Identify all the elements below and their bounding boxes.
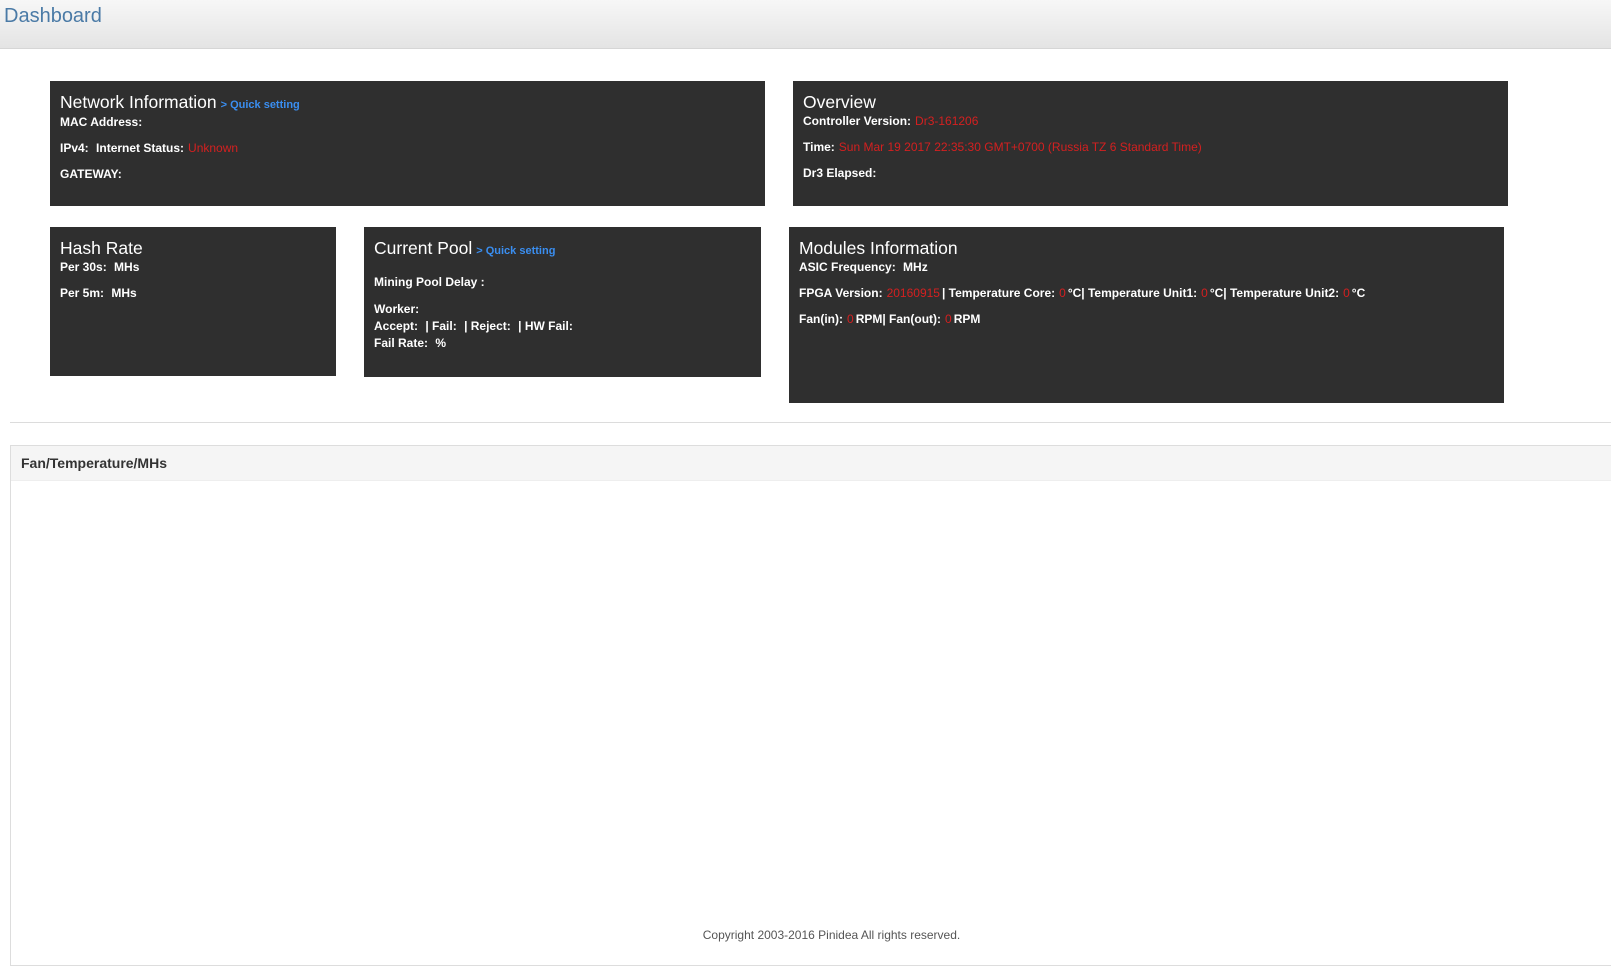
temperature-unit2-label: | Temperature Unit2: xyxy=(1223,286,1340,300)
modules-panel-title: Modules Information xyxy=(799,238,958,258)
per-5m-label: Per 5m: xyxy=(60,286,105,300)
temperature-core-label: | Temperature Core: xyxy=(941,286,1056,300)
fan-out-label: | Fan(out): xyxy=(882,312,942,326)
fail-rate-label: Fail Rate: xyxy=(374,336,429,350)
pool-quick-setting-link[interactable]: > Quick setting xyxy=(476,245,555,257)
per-30s-label: Per 30s: xyxy=(60,260,107,274)
controller-version-value: Dr3-161206 xyxy=(915,114,979,128)
mac-address-label: MAC Address: xyxy=(60,115,143,129)
fan-in-label: Fan(in): xyxy=(799,312,843,326)
chart-area xyxy=(11,481,1611,921)
fpga-version-label: FPGA Version: xyxy=(799,286,883,300)
temperature-unit1-label: | Temperature Unit1: xyxy=(1081,286,1198,300)
per-30s-unit: MHs xyxy=(114,260,140,274)
asic-frequency-unit: MHz xyxy=(903,260,928,274)
hash-rate-panel-title: Hash Rate xyxy=(60,238,143,258)
fan-in-unit: RPM xyxy=(855,312,883,326)
time-label: Time: xyxy=(803,140,835,154)
internet-status-label: Internet Status: xyxy=(96,141,185,155)
network-information-panel: Network Information > Quick setting MAC A… xyxy=(50,81,765,206)
section-divider xyxy=(10,422,1611,423)
hw-fail-label: | HW Fail: xyxy=(518,319,573,333)
fan-in-value: 0 xyxy=(847,312,854,326)
reject-label: | Reject: xyxy=(464,319,511,333)
temperature-unit1-unit: °C xyxy=(1209,286,1224,300)
overview-panel: Overview Controller Version: Dr3-161206 T… xyxy=(793,81,1508,206)
fail-rate-unit: % xyxy=(435,336,447,350)
worker-label: Worker: xyxy=(374,302,420,316)
fan-out-value: 0 xyxy=(945,312,952,326)
hash-rate-panel: Hash Rate Per 30s: MHs Per 5m: MHs xyxy=(50,227,336,376)
accept-label: Accept: xyxy=(374,319,419,333)
top-header-bar: Dashboard xyxy=(0,0,1611,49)
ipv4-label: IPv4: xyxy=(60,141,89,155)
elapsed-label: Dr3 Elapsed: xyxy=(803,166,877,180)
chart-panel-title: Fan/Temperature/MHs xyxy=(11,446,1611,481)
fpga-version-value: 20160915 xyxy=(886,286,940,300)
network-quick-setting-link[interactable]: > Quick setting xyxy=(221,99,300,111)
current-pool-panel: Current Pool > Quick setting Mining Pool … xyxy=(364,227,761,377)
overview-panel-title: Overview xyxy=(803,92,876,112)
temperature-core-unit: °C xyxy=(1067,286,1082,300)
temperature-unit2-value: 0 xyxy=(1343,286,1350,300)
network-panel-title: Network Information xyxy=(60,92,217,112)
asic-frequency-label: ASIC Frequency: xyxy=(799,260,896,274)
per-5m-unit: MHs xyxy=(111,286,137,300)
temperature-core-value: 0 xyxy=(1059,286,1066,300)
time-value: Sun Mar 19 2017 22:35:30 GMT+0700 (Russi… xyxy=(838,140,1202,154)
temperature-unit2-unit: °C xyxy=(1351,286,1366,300)
fail-label: | Fail: xyxy=(425,319,457,333)
controller-version-label: Controller Version: xyxy=(803,114,912,128)
modules-information-panel: Modules Information ASIC Frequency: MHz … xyxy=(789,227,1504,403)
internet-status-value: Unknown xyxy=(188,141,239,155)
footer-copyright: Copyright 2003-2016 Pinidea All rights r… xyxy=(702,928,961,942)
fan-out-unit: RPM xyxy=(953,312,981,326)
mining-pool-delay-label: Mining Pool Delay : xyxy=(374,275,485,289)
gateway-label: GATEWAY: xyxy=(60,167,122,181)
current-pool-panel-title: Current Pool xyxy=(374,238,473,258)
temperature-unit1-value: 0 xyxy=(1201,286,1208,300)
page-title: Dashboard xyxy=(4,5,102,27)
fan-temperature-chart-panel: Fan/Temperature/MHs xyxy=(10,445,1611,966)
